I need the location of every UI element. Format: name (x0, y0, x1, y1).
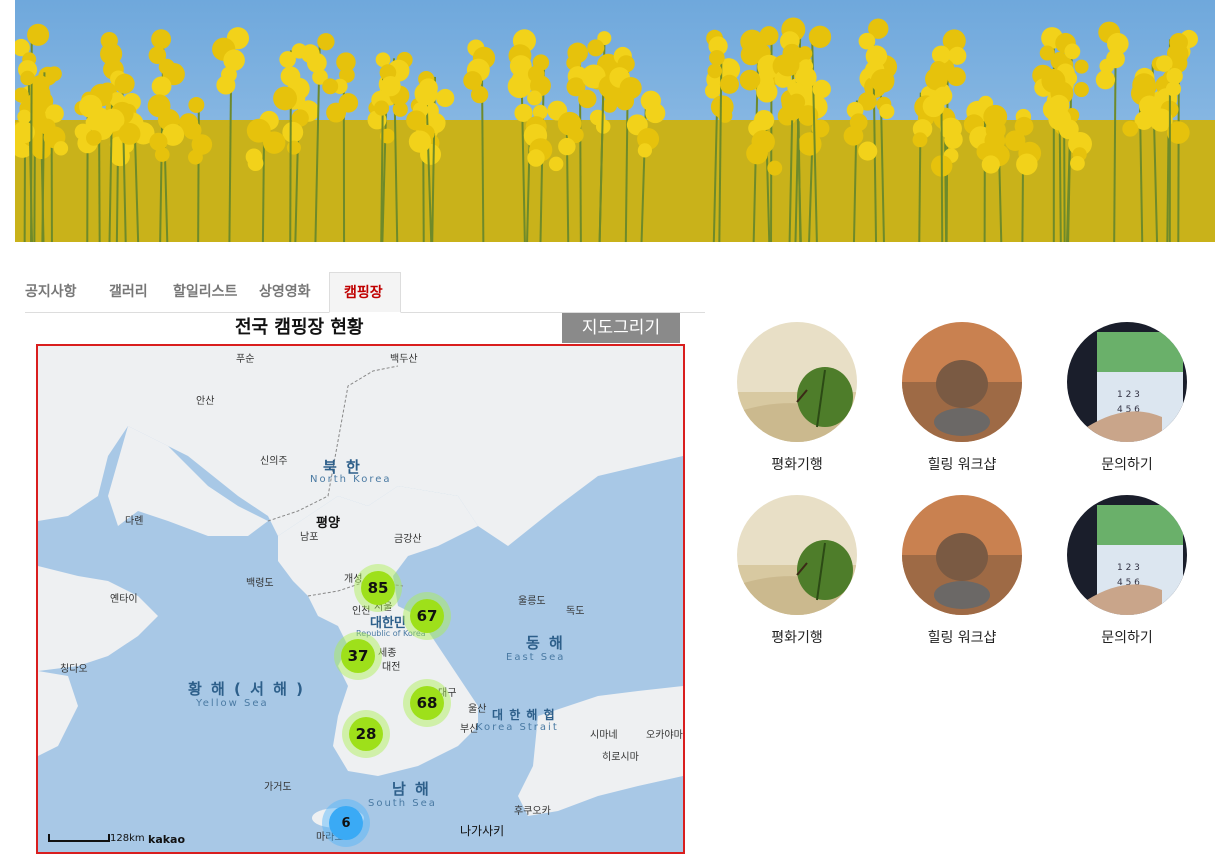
card-label: 문의하기 (1101, 457, 1153, 473)
card-label: 평화기행 (771, 457, 823, 473)
map-label-fukuoka: 후쿠오카 (514, 806, 551, 817)
header-banner (15, 0, 1215, 242)
map-scale: 128km (48, 833, 145, 844)
cluster-marker[interactable]: 85 (354, 564, 402, 612)
cluster-count: 68 (410, 686, 444, 720)
map-label-baengnyeong: 백령도 (246, 578, 274, 589)
card-peace-trip[interactable]: 평화기행 (722, 495, 872, 647)
cluster-count: 6 (329, 806, 363, 840)
card-label: 힐링 워크샵 (927, 457, 997, 473)
map-label-nampo: 남포 (300, 532, 319, 543)
map-label-nagasaki: 나가사키 (460, 824, 505, 838)
phone-keypad-image: 1 2 34 5 6 (1067, 495, 1187, 615)
map-label-south-sea-en: South Sea (368, 798, 437, 809)
map-label-korea-strait-en: Korea Strait (476, 722, 559, 733)
cluster-marker[interactable]: 28 (342, 710, 390, 758)
map-label-gageo: 가거도 (264, 782, 292, 793)
tab-gallery[interactable]: 갤러리 (109, 272, 148, 312)
cluster-count: 85 (361, 571, 395, 605)
rapeseed-flower-image (15, 0, 1215, 242)
map-label-east-sea-en: East Sea (506, 652, 566, 663)
cluster-marker[interactable]: 68 (403, 679, 451, 727)
map-label-daejeon: 대전 (382, 662, 401, 673)
card-label: 힐링 워크샵 (927, 630, 997, 646)
card-healing-workshop[interactable]: 힐링 워크샵 (887, 495, 1037, 647)
scale-label: 128km (110, 833, 145, 844)
card-peace-trip[interactable]: 평화기행 (722, 322, 872, 474)
cluster-count: 37 (341, 639, 375, 673)
map-label-east-sea: 동 해 (526, 634, 565, 652)
map-label-korea-strait: 대 한 해 협 (492, 708, 556, 722)
leaf-on-sand-image (737, 322, 857, 442)
map-label-yantai: 옌타이 (110, 594, 138, 605)
map-title: 전국 캠핑장 현황 (235, 317, 364, 338)
draw-map-button[interactable]: 지도그리기 (562, 313, 680, 343)
tab-camping[interactable]: 캠핑장 (329, 272, 401, 313)
tab-notice[interactable]: 공지사항 (25, 272, 77, 312)
map-brand: kakao (148, 833, 186, 846)
map-label-dalian: 다롄 (125, 516, 144, 527)
map-label-hiroshima: 히로시마 (602, 752, 639, 763)
cluster-count: 67 (410, 599, 444, 633)
map-label-shimane: 시마네 (590, 730, 618, 741)
leaf-on-sand-image (737, 495, 857, 615)
map-label-geumgang: 금강산 (394, 534, 422, 545)
cluster-count: 28 (349, 717, 383, 751)
cluster-marker[interactable]: 6 (322, 799, 370, 847)
map-label-fushun: 푸순 (236, 354, 255, 365)
map-label-sinuiju: 신의주 (260, 456, 288, 467)
map-label-anshan: 안산 (196, 396, 215, 407)
map-label-qingdao: 칭다오 (60, 664, 88, 675)
stacked-stones-image (902, 322, 1022, 442)
tab-todo-list[interactable]: 할일리스트 (173, 272, 237, 312)
map-label-ulsan: 울산 (468, 704, 487, 715)
map-label-yellow-sea-en: Yellow Sea (196, 698, 269, 709)
map-label-yellow-sea: 황 해 ( 서 해 ) (188, 680, 306, 698)
phone-keypad-image: 1 2 34 5 6 (1067, 322, 1187, 442)
camping-map[interactable]: 푸순 백두산 안산 신의주 북 한 North Korea 다롄 평양 남포 금… (36, 344, 685, 854)
svg-text:1 2 3: 1 2 3 (1117, 390, 1140, 400)
cluster-marker[interactable]: 67 (403, 592, 451, 640)
tab-bar: 공지사항 갤러리 할일리스트 상영영화 캠핑장 (25, 272, 705, 313)
stacked-stones-image (902, 495, 1022, 615)
card-healing-workshop[interactable]: 힐링 워크샵 (887, 322, 1037, 474)
card-label: 문의하기 (1101, 630, 1153, 646)
scale-bar (48, 834, 110, 842)
card-label: 평화기행 (771, 630, 823, 646)
tab-movies[interactable]: 상영영화 (259, 272, 311, 312)
cluster-marker[interactable]: 37 (334, 632, 382, 680)
map-label-south-sea: 남 해 (392, 780, 431, 798)
map-label-dokdo: 독도 (566, 606, 585, 617)
card-inquiry[interactable]: 1 2 34 5 6 문의하기 (1052, 495, 1202, 647)
svg-text:1 2 3: 1 2 3 (1117, 563, 1140, 573)
card-inquiry[interactable]: 1 2 34 5 6 문의하기 (1052, 322, 1202, 474)
map-label-ulleung: 울릉도 (518, 596, 546, 607)
map-label-pyongyang: 평양 (316, 516, 340, 531)
map-label-baekdu: 백두산 (390, 354, 418, 365)
map-label-okayama: 오카야마 (646, 730, 683, 741)
map-label-north-korea-en: North Korea (310, 474, 392, 485)
